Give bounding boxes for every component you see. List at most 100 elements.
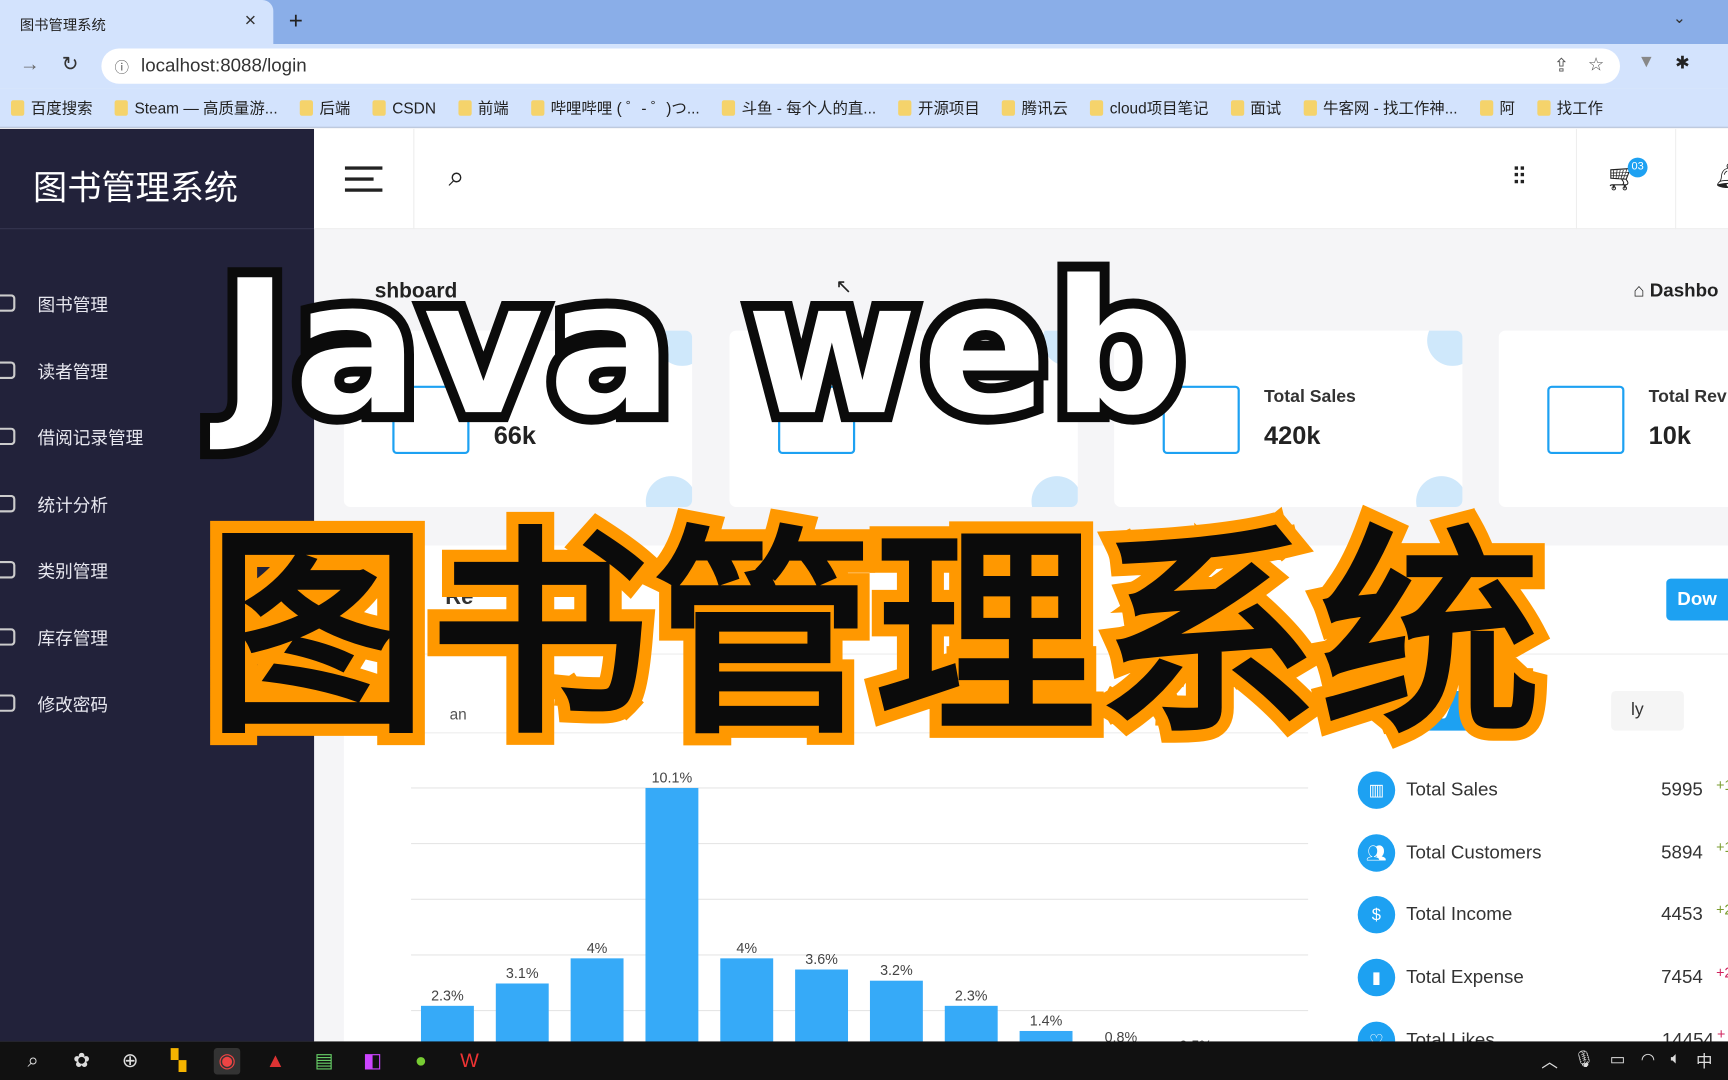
share-icon[interactable]: ⇪ — [1554, 55, 1570, 77]
bookmark-label: 百度搜索 — [30, 98, 93, 117]
bar-May[interactable] — [720, 958, 774, 1053]
info-icon: ⓘ — [114, 59, 129, 77]
card-value: 420k — [1264, 420, 1321, 450]
bar-Mar[interactable] — [570, 958, 624, 1053]
folder-icon — [1536, 99, 1551, 116]
volume-icon[interactable]: 🔈︎ — [1671, 1049, 1681, 1072]
bookmark-item[interactable]: 牛客网 - 找工作神... — [1303, 96, 1458, 118]
bookmark-item[interactable]: 面试 — [1230, 96, 1281, 118]
folder-icon — [1001, 99, 1016, 116]
battery-icon[interactable]: ▭ — [1610, 1049, 1626, 1072]
stat-row: $ Total Income 4453 +2 — [1357, 895, 1728, 935]
download-button[interactable]: Dow — [1666, 578, 1728, 621]
chevron-up-icon[interactable]: ︿ — [1541, 1049, 1558, 1072]
reload-icon[interactable]: ↻ — [62, 53, 79, 76]
data-label: 2.3% — [955, 988, 988, 1004]
tab-monthly[interactable]: ly — [1611, 690, 1684, 731]
hand-dollar-icon: $ — [1357, 896, 1396, 934]
bookmark-item[interactable]: 斗鱼 - 每个人的直... — [721, 96, 877, 118]
mouse-cursor-icon: ↖ — [835, 275, 852, 298]
store-icon[interactable]: ▚ — [165, 1047, 191, 1073]
overlay-title-java-web: Java web — [210, 240, 1194, 457]
mic-icon[interactable]: 🎙︎ — [1573, 1049, 1594, 1072]
sidebar-item-label: 图书管理 — [37, 296, 109, 316]
bookmark-label: cloud项目笔记 — [1109, 98, 1209, 117]
sidebar-item-label: 类别管理 — [37, 563, 109, 582]
chevron-down-icon[interactable]: ⌄ — [1673, 9, 1686, 28]
bookmark-item[interactable]: 阿 — [1479, 96, 1515, 118]
overlay-title-chinese: 图书管理系统 — [195, 508, 1553, 765]
bookmark-label: CSDN — [392, 98, 436, 117]
bookmark-label: 斗鱼 - 每个人的直... — [741, 98, 877, 117]
sidebar-item-label: 修改密码 — [37, 696, 109, 716]
menu-icon[interactable] — [344, 166, 383, 192]
bookmark-label: 前端 — [477, 98, 509, 117]
bookmark-item[interactable]: 开源项目 — [898, 96, 980, 118]
bookmark-item[interactable]: Steam — 高质量游... — [114, 96, 278, 118]
bar-Jun[interactable] — [795, 969, 849, 1053]
intellij-icon[interactable]: ◧ — [359, 1047, 385, 1073]
bookmark-item[interactable]: 后端 — [299, 96, 350, 118]
wps-icon[interactable]: W — [456, 1047, 482, 1073]
search-icon[interactable]: ⌕ — [449, 160, 465, 195]
browser-tab-bar: 图书管理系统 × + ⌄ — [0, 0, 1728, 45]
breadcrumb[interactable]: ⌂ Dashbo — [1633, 280, 1718, 302]
taskbar: ⌕ ✿ ⊕ ▚ ◉ ▲ ▤ ◧ ● W ︿ 🎙︎ ▭ ◠ 🔈︎ 中 — [0, 1041, 1728, 1080]
url-text: localhost:8088/login — [141, 55, 307, 77]
bookmark-item[interactable]: 腾讯云 — [1001, 96, 1068, 118]
stat-change: +2 — [1716, 901, 1728, 918]
green-app-icon[interactable]: ● — [408, 1047, 434, 1073]
screen: 图书管理系统 × + ⌄ → ↻ ⓘ localhost:8088/login … — [0, 0, 1728, 1080]
signal-icon: ▮ — [1357, 958, 1396, 997]
folder-icon — [1089, 99, 1104, 116]
data-label: 3.1% — [506, 966, 539, 982]
stat-change: + — [1716, 1026, 1726, 1043]
card-label: Total Rev — [1648, 387, 1727, 407]
bell-icon[interactable]: 🔔︎ — [1714, 162, 1728, 191]
bookmark-item[interactable]: cloud项目笔记 — [1089, 96, 1209, 118]
acrobat-icon[interactable]: ▲ — [262, 1047, 288, 1073]
nav-icon — [0, 627, 16, 646]
chrome-icon[interactable]: ◉ — [213, 1047, 241, 1074]
stat-value: 4453 — [1661, 904, 1703, 926]
sliders-icon[interactable]: ⫶⫶ — [1513, 162, 1525, 191]
bar-Apr[interactable] — [645, 787, 699, 1053]
folder-icon — [1230, 99, 1244, 116]
stat-value: 5894 — [1661, 841, 1703, 863]
bookmark-item[interactable]: 哔哩哔哩 ( ゜- ゜)つ... — [530, 96, 700, 118]
nav-icon — [0, 294, 16, 312]
forward-icon[interactable]: → — [20, 53, 40, 76]
star-icon[interactable]: ☆ — [1588, 54, 1605, 76]
browser-tab[interactable]: 图书管理系统 — [0, 0, 274, 45]
app-icon[interactable]: ✿ — [68, 1047, 94, 1073]
data-label: 4% — [736, 941, 757, 957]
close-tab-icon[interactable]: × — [245, 9, 257, 32]
bookmark-item[interactable]: 前端 — [458, 96, 509, 118]
bookmark-item[interactable]: 找工作 — [1536, 96, 1603, 118]
search-taskbar-icon[interactable]: ⌕ — [20, 1047, 46, 1073]
nav-icon — [0, 560, 16, 579]
folder-icon — [898, 99, 912, 116]
bar-chart-icon: ▥ — [1357, 771, 1396, 809]
bookmark-label: 面试 — [1250, 98, 1282, 117]
top-header: ⌕ ⫶⫶ 🛒︎ 03 🔔︎ — [314, 128, 1728, 230]
data-label: 3.2% — [880, 963, 913, 979]
wifi-icon[interactable]: ◠ — [1641, 1049, 1655, 1072]
stat-name: Total Income — [1406, 904, 1513, 926]
extension-icon[interactable]: ▼ — [1638, 53, 1655, 73]
bookmark-item[interactable]: 百度搜索 — [11, 96, 93, 118]
nav-icon — [0, 694, 16, 712]
breadcrumb-label: Dashbo — [1649, 279, 1719, 301]
address-bar[interactable]: ⓘ localhost:8088/login ⇪ ☆ — [101, 48, 1620, 84]
stat-change: +1 — [1716, 776, 1728, 793]
bookmark-item[interactable]: CSDN — [372, 98, 436, 117]
new-tab-icon[interactable]: + — [289, 7, 303, 36]
bookmark-label: Steam — 高质量游... — [134, 98, 278, 117]
zoom-icon[interactable]: ⊕ — [117, 1047, 143, 1073]
stat-name: Total Sales — [1406, 779, 1498, 801]
ime-icon[interactable]: 中 — [1696, 1049, 1713, 1072]
puzzle-icon[interactable]: ✱ — [1675, 52, 1690, 74]
folder-icon — [11, 99, 25, 116]
stat-row: ▮ Total Expense 7454 +2 — [1357, 958, 1728, 998]
notepad-icon[interactable]: ▤ — [311, 1047, 337, 1073]
